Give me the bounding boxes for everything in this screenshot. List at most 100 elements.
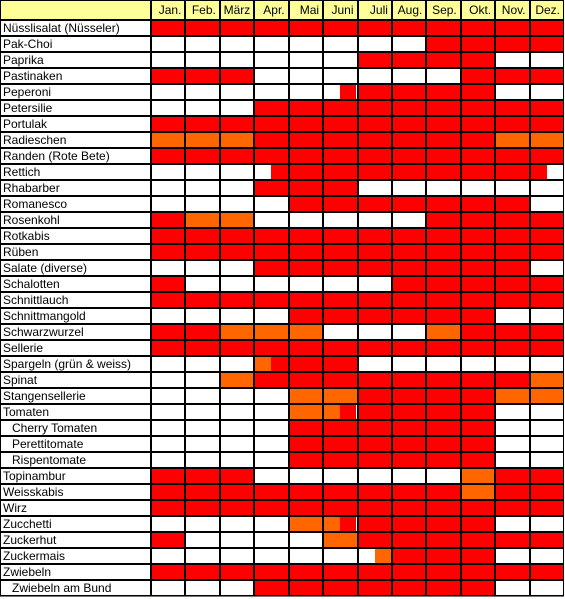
season-cell [186, 437, 219, 451]
season-cell [186, 197, 219, 211]
season-cell [392, 469, 426, 483]
season-cell [496, 165, 529, 179]
season-cell [255, 549, 288, 563]
season-cell [152, 405, 185, 419]
season-cell [152, 37, 185, 51]
season-cell [427, 197, 460, 211]
season-cell [427, 341, 460, 355]
season-cell [152, 293, 185, 307]
row-label: Cherry Tomaten [1, 421, 150, 435]
season-cell [255, 37, 288, 51]
row-label: Rettich [1, 165, 150, 179]
season-cell [152, 181, 185, 195]
season-cell [392, 69, 426, 83]
season-cell [427, 533, 460, 547]
season-cell [220, 405, 254, 419]
month-header: Jan. [152, 1, 185, 19]
season-cell [324, 453, 357, 467]
row-label: Weisskabis [1, 485, 150, 499]
season-cell [289, 261, 323, 275]
row-label: Schwarzwurzel [1, 325, 150, 339]
seasonal-calendar-table: Jan. Feb. März Apr. Mai Juni Juli Aug. Sep. Okt. N… [0, 0, 564, 597]
season-cell-first-half [255, 357, 272, 371]
season-cell [530, 469, 563, 483]
season-cell [255, 53, 288, 67]
season-cell [289, 197, 323, 211]
season-cell [392, 517, 426, 531]
season-cell [186, 293, 219, 307]
season-cell [358, 229, 391, 243]
season-cell [255, 453, 288, 467]
season-cell [496, 453, 529, 467]
season-cell-first-half [324, 85, 341, 99]
season-cell [358, 549, 391, 563]
header-corner [1, 1, 150, 19]
season-cell [152, 453, 185, 467]
season-cell [358, 165, 391, 179]
season-cell [358, 309, 391, 323]
season-cell [358, 277, 391, 291]
season-cell [392, 357, 426, 371]
season-cell [496, 133, 529, 147]
season-cell [496, 437, 529, 451]
season-cell [496, 325, 529, 339]
season-cell [392, 133, 426, 147]
season-cell [427, 101, 460, 115]
season-cell [152, 165, 185, 179]
season-cell [358, 325, 391, 339]
season-cell [530, 565, 563, 579]
season-cell [152, 421, 185, 435]
season-cell [220, 197, 254, 211]
row-label: Schalotten [1, 277, 150, 291]
season-cell [427, 229, 460, 243]
season-cell [496, 373, 529, 387]
season-cell [358, 565, 391, 579]
season-cell [255, 437, 288, 451]
season-cell [461, 117, 495, 131]
season-cell [186, 213, 219, 227]
season-cell [427, 213, 460, 227]
season-cell [461, 181, 495, 195]
season-cell [324, 69, 357, 83]
season-cell [427, 485, 460, 499]
season-cell [289, 21, 323, 35]
season-cell [496, 69, 529, 83]
season-cell [461, 245, 495, 259]
season-cell [496, 229, 529, 243]
season-cell [530, 501, 563, 515]
month-header: Dez. [530, 1, 563, 19]
season-cell [427, 357, 460, 371]
season-cell [152, 533, 185, 547]
season-cell [220, 85, 254, 99]
row-label: Zuckerhut [1, 533, 150, 547]
season-cell [530, 21, 563, 35]
season-cell [530, 325, 563, 339]
season-cell-first-half [530, 165, 547, 179]
season-cell [530, 533, 563, 547]
season-cell [255, 421, 288, 435]
row-label: Rosenkohl [1, 213, 150, 227]
row-label: Romanesco [1, 197, 150, 211]
season-cell-first-half [255, 165, 272, 179]
season-cell [496, 517, 529, 531]
season-cell [530, 53, 563, 67]
season-cell [358, 517, 391, 531]
season-cell [461, 501, 495, 515]
season-cell [530, 133, 563, 147]
season-cell [427, 453, 460, 467]
season-cell [324, 149, 357, 163]
season-cell [289, 213, 323, 227]
season-cell [496, 309, 529, 323]
season-cell [324, 421, 357, 435]
season-cell [289, 453, 323, 467]
season-cell [461, 37, 495, 51]
season-cell [186, 357, 219, 371]
season-cell [530, 517, 563, 531]
season-cell [358, 437, 391, 451]
season-cell [358, 533, 391, 547]
season-cell [392, 501, 426, 515]
season-cell [255, 197, 288, 211]
season-cell [530, 341, 563, 355]
season-cell [427, 277, 460, 291]
season-cell [427, 565, 460, 579]
